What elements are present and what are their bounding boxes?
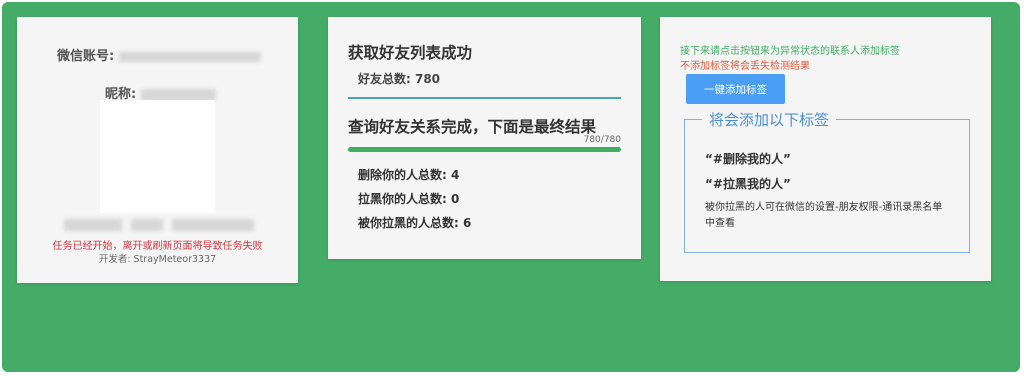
divider [348, 97, 621, 99]
tag-warning: 不添加标签将会丢失检测结果 [680, 61, 810, 72]
task-warning: 任务已经开始，离开或刷新页面将导致任务失败 [52, 241, 263, 252]
query-complete-title: 查询好友关系完成，下面是最终结果 [348, 118, 597, 136]
blacklist-note: 被你拉黑的人可在微信的设置-朋友权限-通讯录黑名单中查看 [705, 202, 943, 229]
fetch-success-title: 获取好友列表成功 [348, 44, 473, 62]
app-background: 微信账号: 昵称: 任务已经开始，离开或刷新页面将导致任务失败 开发者: Str… [2, 2, 1020, 372]
progress-bar-fill [348, 147, 621, 152]
stat-blocked-you: 拉黑你的人总数: 0 [358, 192, 460, 206]
add-tags-button[interactable]: 一键添加标签 [686, 74, 785, 104]
author-credit: 开发者: StrayMeteor3337 [98, 254, 217, 265]
stat-blocked-by-you: 被你拉黑的人总数: 6 [358, 216, 472, 230]
nickname-value-redacted [140, 88, 216, 101]
tag-instruction: 接下来请点击按钮来为异常状态的联系人添加标签 [680, 46, 900, 57]
tags-legend: 将会添加以下标签 [702, 109, 837, 130]
account-value-redacted [118, 51, 261, 62]
stat-deleted-you: 删除你的人总数: 4 [358, 168, 460, 182]
account-label: 微信账号: [57, 49, 115, 64]
friend-total: 好友总数: 780 [358, 72, 441, 86]
tags-fieldset: 将会添加以下标签 “#删除我的人” “#拉黑我的人” 被你拉黑的人可在微信的设置… [684, 109, 970, 253]
avatar [100, 100, 215, 213]
account-row: 微信账号: [57, 45, 261, 64]
progress-bar [348, 147, 621, 152]
results-card: 获取好友列表成功 好友总数: 780 查询好友关系完成，下面是最终结果 780/… [328, 17, 641, 259]
tag-deleted-me: “#删除我的人” [705, 152, 791, 166]
tag-blocked-me: “#拉黑我的人” [705, 177, 791, 191]
progress-count: 780/780 [583, 135, 621, 145]
redacted-info [64, 214, 255, 233]
tag-card: 接下来请点击按钮来为异常状态的联系人添加标签 不添加标签将会丢失检测结果 一键添… [660, 17, 991, 281]
user-info-card: 微信账号: 昵称: 任务已经开始，离开或刷新页面将导致任务失败 开发者: Str… [17, 17, 298, 283]
